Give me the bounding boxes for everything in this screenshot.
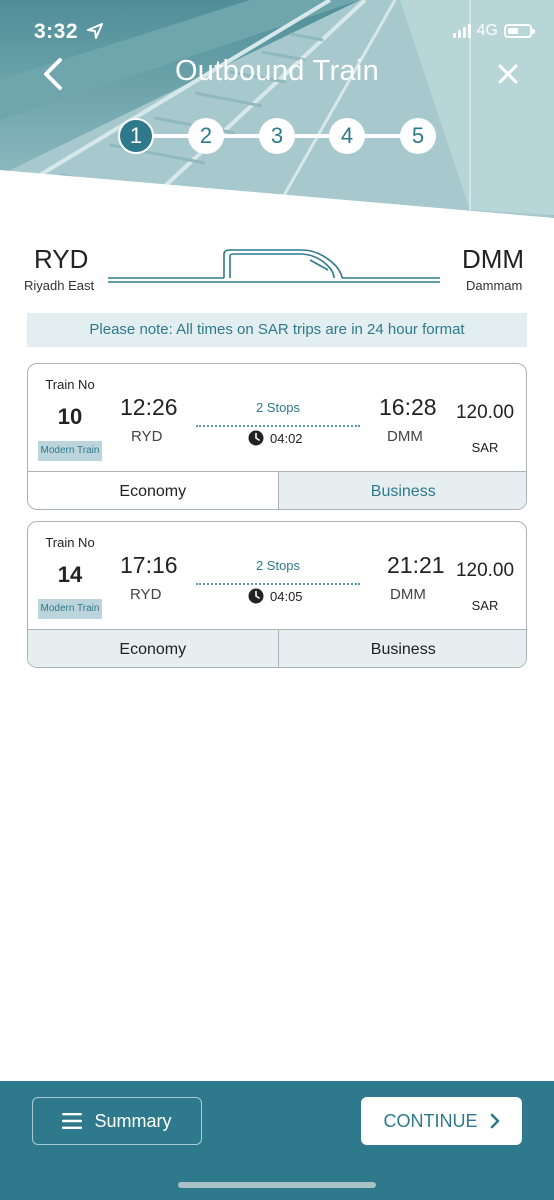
train-number: 10 xyxy=(57,404,83,429)
departure-station: RYD xyxy=(131,428,163,445)
duration-value: 04:05 xyxy=(270,588,303,604)
step-2: 2 xyxy=(188,118,224,154)
app-screen: 3:32 4G Outbound Train 1 2 3 4 5 RYD Riy… xyxy=(0,0,554,1200)
duration-value: 04:02 xyxy=(270,430,303,446)
train-route-icon xyxy=(108,249,440,283)
home-indicator xyxy=(178,1182,376,1188)
step-3: 3 xyxy=(259,118,295,154)
currency: SAR xyxy=(471,598,499,613)
step-5: 5 xyxy=(400,118,436,154)
page-title: Outbound Train xyxy=(174,55,380,87)
train-type-badge: Modern Train xyxy=(38,599,102,619)
destination-code: DMM xyxy=(462,244,525,274)
price: 120.00 xyxy=(455,402,515,423)
time-format-note: Please note: All times on SAR trips are … xyxy=(27,313,527,347)
continue-button[interactable]: CONTINUE xyxy=(361,1097,522,1145)
bottom-action-bar: Summary CONTINUE xyxy=(0,1081,554,1200)
chevron-right-icon xyxy=(490,1113,499,1129)
stops-count: 2 Stops xyxy=(255,400,301,415)
business-button[interactable]: Business xyxy=(277,630,526,667)
departure-time: 12:26 xyxy=(120,394,178,420)
destination-city: Dammam xyxy=(466,278,523,293)
departure-station: RYD xyxy=(130,586,162,603)
currency: SAR xyxy=(471,440,499,455)
fare-class-row: Economy Business xyxy=(28,471,526,509)
close-icon[interactable] xyxy=(494,60,522,88)
price: 120.00 xyxy=(455,560,515,581)
status-indicators: 4G xyxy=(452,22,535,40)
business-button[interactable]: Business xyxy=(277,472,526,509)
journey-divider xyxy=(196,425,360,427)
train-no-label: Train No xyxy=(45,535,95,550)
progress-stepper: 1 2 3 4 5 xyxy=(118,118,438,154)
header: 3:32 4G Outbound Train 1 2 3 4 5 xyxy=(0,0,554,230)
train-card[interactable]: Train No 10 Modern Train 12:26 RYD 2 Sto… xyxy=(27,363,527,510)
battery-icon xyxy=(504,24,535,38)
continue-label: CONTINUE xyxy=(383,1110,478,1131)
departure-time: 17:16 xyxy=(120,552,178,578)
route-summary: RYD Riyadh East DMM Dammam xyxy=(0,240,554,300)
network-type: 4G xyxy=(476,22,498,39)
arrival-station: DMM xyxy=(390,586,426,603)
menu-icon xyxy=(62,1113,83,1129)
origin-city: Riyadh East xyxy=(24,278,95,293)
stops-count: 2 Stops xyxy=(255,558,301,573)
train-type-badge: Modern Train xyxy=(38,441,102,461)
economy-button[interactable]: Economy xyxy=(28,472,278,509)
origin-code: RYD xyxy=(34,244,89,274)
duration: 04:05 xyxy=(248,588,303,604)
signal-icon xyxy=(452,24,471,38)
summary-label: Summary xyxy=(94,1110,172,1131)
clock-icon xyxy=(248,430,264,446)
duration: 04:02 xyxy=(248,430,303,446)
train-no-label: Train No xyxy=(45,377,95,392)
arrival-time: 21:21 xyxy=(387,552,445,578)
train-card[interactable]: Train No 14 Modern Train 17:16 RYD 2 Sto… xyxy=(27,521,527,668)
location-arrow-icon xyxy=(87,23,103,39)
clock-icon xyxy=(248,588,264,604)
arrival-station: DMM xyxy=(387,428,423,445)
step-1: 1 xyxy=(118,118,154,154)
step-4: 4 xyxy=(329,118,365,154)
arrival-time: 16:28 xyxy=(379,394,437,420)
fare-class-row: Economy Business xyxy=(28,629,526,667)
train-number: 14 xyxy=(57,562,83,587)
summary-button[interactable]: Summary xyxy=(32,1097,202,1145)
journey-divider xyxy=(196,583,360,585)
economy-button[interactable]: Economy xyxy=(28,630,278,667)
status-time: 3:32 xyxy=(34,20,79,43)
